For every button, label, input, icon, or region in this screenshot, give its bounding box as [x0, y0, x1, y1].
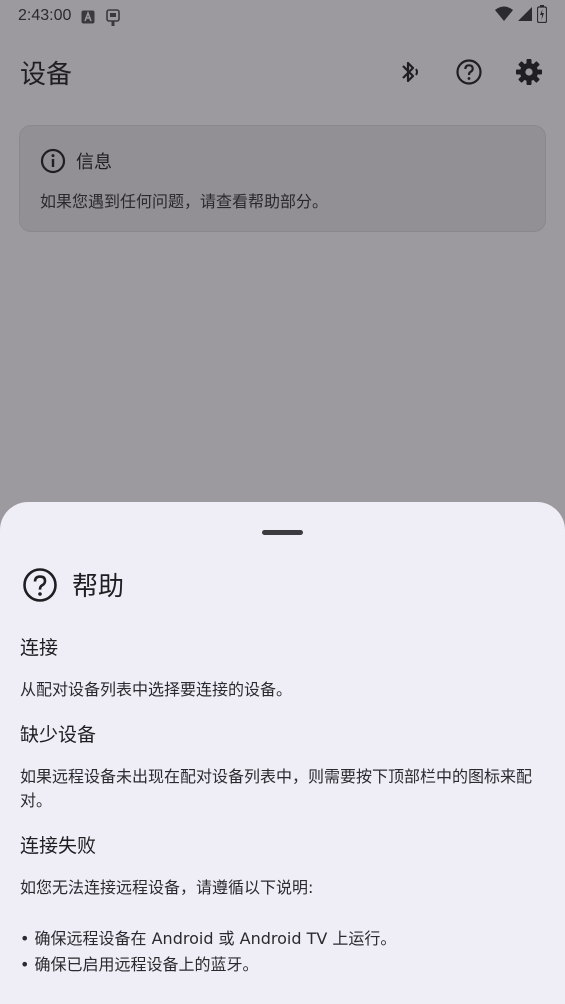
signal-icon — [517, 6, 533, 26]
battery-icon — [536, 5, 548, 27]
section-text-missing-device: 如果远程设备未出现在配对设备列表中，则需要按下顶部栏中的图标来配对。 — [20, 767, 533, 810]
settings-button[interactable] — [513, 56, 545, 88]
info-card-title: 信息 — [76, 152, 112, 173]
section-text-connect: 从配对设备列表中选择要连接的设备。 — [20, 680, 293, 699]
help-bottom-sheet[interactable]: 帮助 连接 从配对设备列表中选择要连接的设备。 缺少设备 如果远程设备未出现在配… — [0, 502, 565, 1004]
info-card-header: 信息 — [40, 148, 525, 174]
section-heading-missing-device: 缺少设备 — [20, 724, 97, 746]
help-icon — [456, 59, 482, 85]
help-icon — [23, 567, 57, 602]
status-bar: 2:43:00 — [0, 0, 565, 32]
info-card-text: 如果您遇到任何问题，请查看帮助部分。 — [40, 192, 329, 211]
app-bar-actions — [393, 56, 545, 88]
section-heading-connection-failed: 连接失败 — [20, 835, 97, 857]
page-title: 设备 — [20, 59, 73, 90]
info-card: 信息 如果您遇到任何问题，请查看帮助部分。 — [19, 125, 546, 232]
section-heading-connect: 连接 — [20, 637, 59, 659]
list-item: • 确保远程设备在 Android 或 Android TV 上运行。 — [20, 929, 397, 948]
font-a-icon — [81, 9, 95, 24]
notification-usb-icon — [105, 9, 121, 26]
list-item: • 确保已启用远程设备上的蓝牙。 — [20, 955, 259, 974]
bluetooth-pair-icon — [402, 61, 418, 83]
help-sheet-title: 帮助 — [72, 572, 125, 602]
wifi-icon — [495, 6, 513, 26]
section-text-connection-failed: 如您无法连接远程设备，请遵循以下说明: — [20, 878, 314, 897]
help-sheet-body: 连接 从配对设备列表中选择要连接的设备。 缺少设备 如果远程设备未出现在配对设备… — [20, 634, 545, 978]
drag-handle[interactable] — [262, 530, 303, 535]
info-icon — [40, 148, 66, 174]
bluetooth-pair-button[interactable] — [393, 56, 425, 88]
help-sheet-header: 帮助 — [22, 566, 124, 603]
settings-icon — [516, 59, 542, 85]
app-bar: 设备 — [0, 40, 565, 104]
help-button[interactable] — [453, 56, 485, 88]
status-time: 2:43:00 — [18, 7, 72, 24]
